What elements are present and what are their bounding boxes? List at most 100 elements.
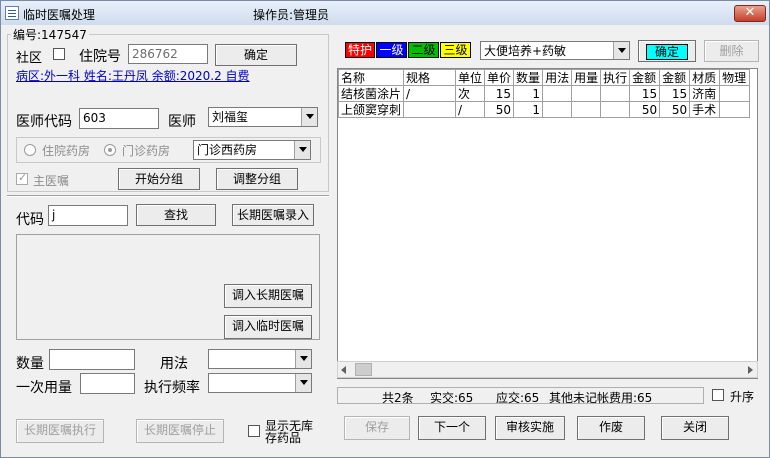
community-checkbox[interactable] xyxy=(53,48,65,60)
column-header[interactable]: 用量 xyxy=(571,69,602,86)
tag-special-care[interactable]: 特护 xyxy=(345,42,375,58)
main-order-label: 主医嘱 xyxy=(33,174,70,188)
table-cell: 50 xyxy=(629,101,661,118)
table-cell xyxy=(542,101,573,118)
column-header[interactable]: 用法 xyxy=(542,69,573,86)
inpatient-no-label: 住院号 xyxy=(79,49,121,65)
long-term-stop-button[interactable]: 长期医嘱停止 xyxy=(136,419,224,443)
column-header[interactable]: 数量 xyxy=(513,69,544,86)
title-bar: 临时医嘱处理 操作员:管理员 ✕ xyxy=(1,1,769,25)
frequency-select[interactable] xyxy=(208,373,312,393)
column-header[interactable]: 金额 xyxy=(629,69,661,86)
column-header[interactable]: 材质 xyxy=(689,69,721,86)
scroll-left-icon[interactable] xyxy=(341,366,346,374)
patient-confirm-button[interactable]: 确定 xyxy=(215,44,297,66)
import-long-term-button[interactable]: 调入长期医嘱 xyxy=(224,284,312,308)
table-cell xyxy=(719,85,751,102)
void-button[interactable]: 作废 xyxy=(577,416,645,440)
frequency-label: 执行频率 xyxy=(144,380,200,396)
table-row[interactable]: 结核菌涂片 / 次 15 1 15 15 济南 xyxy=(337,85,751,102)
chevron-down-icon xyxy=(613,42,629,59)
usage-label: 用法 xyxy=(160,356,188,372)
main-order-checkbox[interactable] xyxy=(16,171,28,185)
chevron-down-icon xyxy=(295,374,311,392)
status-other: 其他未记帐费用:65 xyxy=(549,391,653,405)
table-cell xyxy=(600,85,631,102)
order-confirm-button[interactable]: 确定 xyxy=(638,40,696,62)
order-grid[interactable]: 名称 规格 单位 单价 数量 用法 用量 执行 金额 金额 材质 物理 结核菌涂… xyxy=(337,68,758,379)
table-cell: 1 xyxy=(513,101,544,118)
tag-level-2[interactable]: 二级 xyxy=(408,42,439,58)
pharmacy-inpatient-radio[interactable] xyxy=(24,144,36,156)
column-header[interactable]: 金额 xyxy=(659,69,691,86)
import-temp-button[interactable]: 调入临时医嘱 xyxy=(224,315,312,339)
table-cell: 手术 xyxy=(689,101,721,118)
single-dose-input[interactable] xyxy=(80,373,135,394)
close-window-button[interactable]: ✕ xyxy=(734,5,766,22)
show-no-stock-checkbox[interactable] xyxy=(248,425,260,437)
show-no-stock-label: 显示无库存药品 xyxy=(265,419,314,445)
status-count: 共2条 xyxy=(382,391,414,405)
table-cell: 50 xyxy=(659,101,691,118)
chevron-down-icon xyxy=(301,108,317,126)
patient-info-link[interactable]: 病区:外一科 姓名:王丹凤 余额:2020.2 自费 xyxy=(16,67,250,84)
quantity-label: 数量 xyxy=(16,356,44,372)
scroll-thumb[interactable] xyxy=(355,363,372,376)
table-cell: 结核菌涂片 xyxy=(337,85,405,102)
start-group-button[interactable]: 开始分组 xyxy=(118,168,200,190)
table-cell xyxy=(600,101,631,118)
adjust-group-button[interactable]: 调整分组 xyxy=(216,168,298,190)
ascending-checkbox[interactable] xyxy=(712,389,724,401)
close-button[interactable]: 关闭 xyxy=(661,416,729,440)
table-cell: 次 xyxy=(455,85,486,102)
review-execute-button[interactable]: 审核实施 xyxy=(495,416,565,440)
app-icon xyxy=(5,6,19,20)
code-input[interactable]: j xyxy=(48,205,128,226)
table-cell xyxy=(571,101,602,118)
tag-level-1[interactable]: 一级 xyxy=(376,42,407,58)
order-type-select[interactable]: 大便培养+药敏 xyxy=(480,41,630,60)
column-header[interactable]: 规格 xyxy=(403,69,457,86)
usage-select[interactable] xyxy=(208,349,312,369)
next-button[interactable]: 下一个 xyxy=(418,416,486,440)
table-cell: 济南 xyxy=(689,85,721,102)
operator-label: 操作员:管理员 xyxy=(253,8,330,22)
column-header[interactable]: 单价 xyxy=(484,69,515,86)
community-label: 社区 xyxy=(16,51,43,66)
doctor-label: 医师 xyxy=(168,114,196,130)
doctor-code-input[interactable]: 603 xyxy=(79,108,159,129)
column-header[interactable]: 物理 xyxy=(719,69,751,86)
left-divider xyxy=(7,195,329,197)
pharmacy-select-value: 门诊西药房 xyxy=(197,143,258,157)
doctor-select[interactable]: 刘福玺 xyxy=(208,107,318,127)
delete-button[interactable]: 删除 xyxy=(704,40,759,62)
horizontal-scrollbar[interactable] xyxy=(337,361,758,378)
column-header[interactable]: 执行 xyxy=(600,69,631,86)
order-number: 编号:147547 xyxy=(11,26,89,43)
tag-level-3[interactable]: 三级 xyxy=(440,42,471,58)
table-cell: / xyxy=(403,85,457,102)
pharmacy-outpatient-radio[interactable] xyxy=(104,144,116,156)
inpatient-no-input[interactable]: 286762 xyxy=(128,44,208,64)
doctor-select-value: 刘福玺 xyxy=(212,110,249,124)
table-row[interactable]: 上颌窦穿刺 / 50 1 50 50 手术 xyxy=(337,101,751,118)
long-term-entry-button[interactable]: 长期医嘱录入 xyxy=(232,204,314,226)
status-due: 应交:65 xyxy=(496,391,540,405)
column-header[interactable]: 名称 xyxy=(337,69,405,86)
scroll-right-icon[interactable] xyxy=(748,366,753,374)
long-term-execute-button[interactable]: 长期医嘱执行 xyxy=(16,419,104,443)
window-title: 临时医嘱处理 xyxy=(23,8,96,22)
status-actual: 实交:65 xyxy=(430,391,474,405)
code-label: 代码 xyxy=(16,212,44,228)
save-button[interactable]: 保存 xyxy=(344,416,410,440)
pharmacy-select[interactable]: 门诊西药房 xyxy=(193,140,311,160)
pharmacy-inpatient-label: 住院药房 xyxy=(42,144,91,158)
search-button[interactable]: 查找 xyxy=(136,204,216,226)
table-cell xyxy=(571,85,602,102)
order-table: 名称 规格 单位 单价 数量 用法 用量 执行 金额 金额 材质 物理 结核菌涂… xyxy=(337,69,751,118)
temp-order-window: 临时医嘱处理 操作员:管理员 ✕ 编号:147547 社区 住院号 286762… xyxy=(0,0,770,458)
quantity-input[interactable] xyxy=(49,349,135,370)
column-header[interactable]: 单位 xyxy=(455,69,486,86)
table-cell xyxy=(403,101,457,118)
table-header-row: 名称 规格 单位 单价 数量 用法 用量 执行 金额 金额 材质 物理 xyxy=(337,69,751,86)
